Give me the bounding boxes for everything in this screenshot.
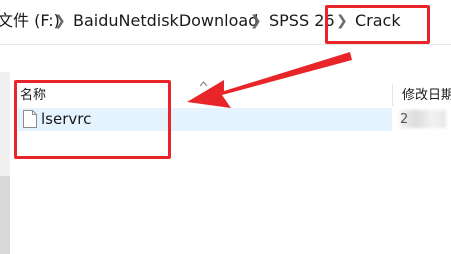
chevron-right-icon[interactable]: ❯ bbox=[250, 11, 262, 31]
explorer-window: 文件 (F:) ❯ BaiduNetdiskDownload ❯ SPSS 26… bbox=[0, 0, 451, 254]
column-header-modified[interactable]: 修改日期 bbox=[402, 87, 451, 105]
column-divider[interactable] bbox=[392, 84, 393, 106]
crack-folder-highlight-box bbox=[325, 5, 430, 44]
modified-date-visible-char: 2 bbox=[400, 112, 409, 127]
chevron-right-icon[interactable]: ❯ bbox=[54, 11, 66, 31]
file-highlight-box bbox=[14, 80, 171, 159]
breadcrumb-drive[interactable]: 文件 (F:) bbox=[0, 11, 60, 31]
sort-up-icon bbox=[199, 81, 208, 87]
breadcrumb-baidunetdiskdownload[interactable]: BaiduNetdiskDownload bbox=[73, 11, 258, 31]
navigation-scrollbar-thumb[interactable] bbox=[0, 176, 10, 254]
address-bar-divider bbox=[0, 44, 451, 45]
